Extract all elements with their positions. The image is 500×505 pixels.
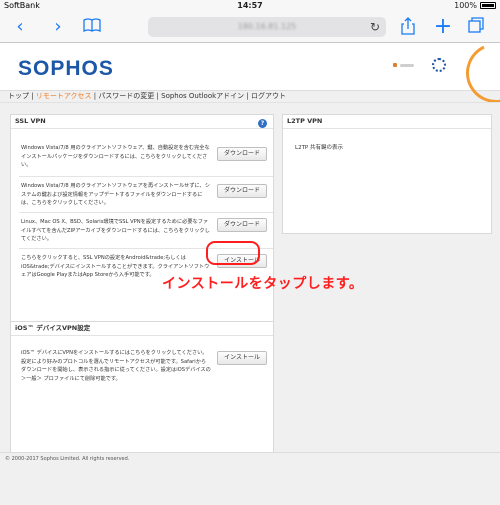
highlight-circle [206, 241, 260, 265]
l2tp-shared-key-link[interactable]: L2TP 共有鍵の表示 [295, 143, 343, 151]
download-zip-button[interactable]: ダウンロード [216, 218, 267, 232]
help-icon[interactable]: ? [258, 119, 267, 128]
tabs-icon[interactable] [466, 17, 486, 37]
l2tp-vpn-panel: L2TP VPN L2TP 共有鍵の表示 [282, 114, 492, 234]
ios-vpn-panel: iOS™ デバイスVPN設定 iOS™ デバイスにVPNをインストールするにはこ… [10, 321, 274, 453]
ios-vpn-title: iOS™ デバイスVPN設定 [11, 322, 273, 336]
user-menu[interactable] [393, 62, 415, 68]
forward-icon[interactable]: › [48, 17, 68, 37]
nav-item-remote-access[interactable]: リモートアクセス [36, 92, 92, 100]
instruction-annotation: インストールをタップします。 [162, 276, 364, 292]
username-blurred [400, 63, 414, 67]
nav-item-change-password[interactable]: パスワードの変更 [98, 92, 154, 100]
nav-divider [0, 102, 500, 103]
share-glyph [401, 17, 415, 35]
book-icon [83, 18, 101, 33]
install-ios-button[interactable]: インストール [217, 351, 267, 365]
l2tp-vpn-title: L2TP VPN [283, 115, 491, 129]
url-text: 180.16.81.125 [237, 22, 297, 31]
sophos-logo: SOPHOS [18, 57, 114, 80]
footer-divider [0, 452, 500, 453]
row-description: Linux、Mac OS X、BSD、Solaris環境でSSL VPNを設定す… [21, 219, 210, 242]
nav-item-outlook-addin[interactable]: Sophos Outlookアドイン [161, 92, 244, 100]
battery-indicator: 100% [454, 1, 496, 10]
row-description: Windows Vista/7/8 用のクライアントソフトウェアを再インストール… [21, 183, 210, 206]
address-bar[interactable]: 180.16.81.125 ↻ [148, 17, 386, 37]
download-config-button[interactable]: ダウンロード [216, 184, 267, 198]
ssl-row-config-update: Windows Vista/7/8 用のクライアントソフトウェアを再インストール… [19, 176, 273, 215]
site-header: SOPHOS [0, 34, 500, 112]
row-description: iOS™ デバイスにVPNをインストールするにはこちらをクリックしてください。設… [21, 350, 211, 382]
ssl-row-full-package: Windows Vista/7/8 用のクライアントソフトウェア、鍵、自動設定を… [19, 139, 273, 177]
back-icon[interactable]: ‹ [10, 17, 30, 37]
footer-copyright: © 2000-2017 Sophos Limited. All rights r… [5, 456, 130, 462]
decorative-arc [457, 34, 500, 112]
clock: 14:57 [237, 1, 263, 10]
battery-percent: 100% [454, 1, 477, 10]
main-nav: トップ | リモートアクセス | パスワードの変更 | Sophos Outlo… [8, 91, 286, 101]
reload-icon[interactable]: ↻ [370, 17, 380, 37]
row-description: Windows Vista/7/8 用のクライアントソフトウェア、鍵、自動設定を… [21, 145, 210, 168]
share-icon[interactable] [398, 17, 418, 37]
battery-icon [480, 2, 496, 9]
user-icon [393, 63, 397, 67]
tabs-glyph [468, 17, 484, 33]
new-tab-icon[interactable]: + [433, 16, 453, 38]
bookmarks-icon[interactable] [82, 17, 102, 37]
ssl-vpn-title: SSL VPN [11, 115, 273, 129]
nav-item-top[interactable]: トップ [8, 92, 29, 100]
ssl-vpn-panel: SSL VPN ? Windows Vista/7/8 用のクライアントソフトウ… [10, 114, 274, 330]
nav-item-logout[interactable]: ログアウト [251, 92, 286, 100]
download-full-package-button[interactable]: ダウンロード [216, 147, 267, 161]
loading-spinner-icon [432, 58, 446, 72]
status-bar: SoftBank 14:57 100% [0, 0, 500, 12]
browser-toolbar: ‹ › 180.16.81.125 ↻ + [0, 12, 500, 43]
ios-row-install: iOS™ デバイスにVPNをインストールするにはこちらをクリックしてください。設… [19, 344, 273, 404]
